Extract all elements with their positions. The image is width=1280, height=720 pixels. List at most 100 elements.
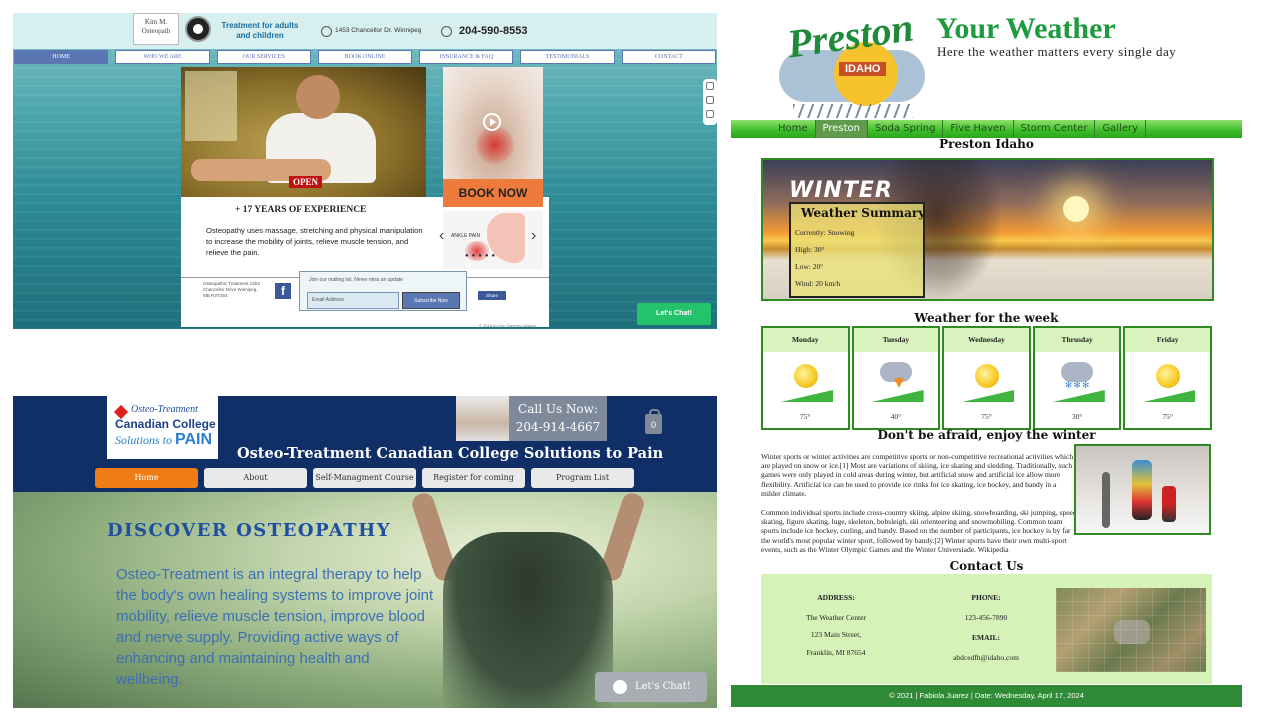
facebook-icon[interactable]: f <box>275 283 291 299</box>
nav-testimonials[interactable]: TESTIMONIALS <box>520 50 615 64</box>
snowflake-icon: ✻✻✻ <box>1064 380 1091 390</box>
college-nav: Home About Self-Managment Course Registe… <box>95 468 639 502</box>
nav-who-we-are[interactable]: WHO WE ARE <box>115 50 210 64</box>
chevron-left-icon[interactable]: ‹ <box>439 227 444 245</box>
satellite-map[interactable] <box>1056 588 1206 672</box>
ankle-pain-slider[interactable]: ANKLE PAIN ‹ › ●●●●● <box>439 211 543 269</box>
woman-figure <box>443 532 613 708</box>
summary-line: Low: 20° <box>795 262 824 271</box>
weather-footer: © 2021 | Fabiola Juarez | Date: Wednesda… <box>731 685 1242 707</box>
hill-icon <box>1052 390 1105 402</box>
logo-line: Osteo-Treatment <box>131 404 198 415</box>
day-card: Friday 75° <box>1123 326 1212 430</box>
nav-self-management-course[interactable]: Self-Managment Course <box>313 468 416 488</box>
summary-line: Currently: Snowing <box>795 228 855 237</box>
adult-skier <box>1132 460 1152 520</box>
week-heading: Weather for the week <box>914 311 1059 325</box>
call-box[interactable]: Call Us Now: 204-914-4667 <box>509 396 607 441</box>
logo-line: Solutions to <box>115 433 173 447</box>
day-card: Wednesday 75° <box>942 326 1031 430</box>
day-name: Tuesday <box>853 328 939 352</box>
osteo-phone[interactable]: 204-590-8553 <box>459 25 528 37</box>
osteo-nav: HOME WHO WE ARE OUR SERVICES BOOK ONLINE… <box>14 50 716 64</box>
nav-soda-spring[interactable]: Soda Spring <box>868 120 944 138</box>
therapist-head <box>296 75 340 119</box>
town-area <box>1114 620 1150 644</box>
nav-our-services[interactable]: OUR SERVICES <box>216 50 311 64</box>
hero-body: Osteo-Treatment is an integral therapy t… <box>116 566 434 688</box>
nav-contact[interactable]: CONTACT <box>621 50 716 64</box>
subscribe-button[interactable]: Subscribe Now <box>402 292 460 309</box>
contact-email[interactable]: abdcedfh@idaho.com <box>931 653 1041 662</box>
day-temp: 75° <box>981 412 992 421</box>
sun-icon <box>975 364 1000 388</box>
preston-logo[interactable]: Preston IDAHO <box>779 8 929 122</box>
copyright: © 2018 by Kim Sanchez-Aldana <box>479 323 536 328</box>
day-temp: 75° <box>800 412 811 421</box>
ankle-label: ANKLE PAIN <box>451 233 481 239</box>
phone-icon <box>441 26 452 37</box>
site-title: Your Weather <box>936 12 1116 45</box>
nav-home[interactable]: Home <box>771 120 816 138</box>
sun-icon <box>1156 364 1181 388</box>
share-button[interactable]: Share <box>478 291 506 300</box>
snowboard <box>1102 472 1110 528</box>
chevron-right-icon[interactable]: › <box>531 227 536 245</box>
nav-gallery[interactable]: Gallery <box>1095 120 1147 138</box>
hill-icon <box>871 390 924 402</box>
nav-program-list[interactable]: Program List <box>531 468 634 488</box>
nav-register-courses[interactable]: Register for coming courses <box>422 468 525 502</box>
side-toolbar <box>703 79 717 125</box>
nav-about[interactable]: About <box>204 468 307 488</box>
massage-photo <box>456 396 512 441</box>
nav-five-haven[interactable]: Five Haven <box>943 120 1014 138</box>
winter-hero: WINTER Weather Summary Currently: Snowin… <box>761 158 1214 301</box>
nav-insurance-faq[interactable]: INSURANCE & FAQ <box>419 50 514 64</box>
address-line: 123 Main Street, <box>810 630 862 639</box>
day-name: Wednesday <box>944 328 1029 352</box>
child-skier <box>1162 486 1176 522</box>
phone-label: PHONE: <box>971 593 1001 602</box>
chat-button[interactable]: Let's Chat! <box>637 303 711 325</box>
chat-button[interactable]: Let's Chat! <box>595 672 707 702</box>
book-now-button[interactable]: BOOK NOW <box>443 179 543 207</box>
chat-label: Let's Chat! <box>635 681 691 692</box>
video-thumbnail[interactable] <box>443 67 543 179</box>
nav-home[interactable]: HOME <box>14 50 109 64</box>
osteo-description: Osteopathy uses massage, stretching and … <box>206 226 423 257</box>
call-number[interactable]: 204-914-4667 <box>509 420 607 434</box>
college-site-screenshot: Osteo-Treatment Canadian College Solutio… <box>13 396 717 708</box>
call-label: Call Us Now: <box>518 402 598 416</box>
play-icon[interactable] <box>483 113 501 131</box>
contact-phone[interactable]: 123-456-7890 <box>931 613 1041 622</box>
day-card: Thrusday ✻✻✻ 30° <box>1032 326 1122 430</box>
nav-preston[interactable]: Preston <box>815 120 869 138</box>
nav-home[interactable]: Home <box>95 468 198 488</box>
settings-icon[interactable] <box>706 96 714 104</box>
osteo-logo[interactable]: Kim M. Osteopath <box>133 13 179 45</box>
day-temp: 40° <box>890 412 902 421</box>
college-logo[interactable]: Osteo-Treatment Canadian College Solutio… <box>107 396 218 459</box>
location-icon <box>321 26 332 37</box>
weather-site-screenshot: Preston IDAHO Your Weather Here the weat… <box>731 8 1242 710</box>
nav-storm-center[interactable]: Storm Center <box>1014 120 1096 138</box>
article-paragraph: Winter sports or winter activities are c… <box>761 452 1074 498</box>
ski-photo <box>1074 444 1211 535</box>
email-input[interactable]: Email Address <box>307 292 399 309</box>
day-card: Monday 75° <box>761 326 850 430</box>
slider-dots[interactable]: ●●●●● <box>465 253 498 259</box>
lightning-icon <box>893 378 904 388</box>
nav-book-online[interactable]: BOOK ONLINE <box>317 50 413 64</box>
address-line: Franklin, MI 87654 <box>806 648 866 657</box>
cart-icon[interactable]: 0 <box>645 409 662 434</box>
page-heading: Preston Idaho <box>939 137 1034 151</box>
pain-highlight <box>475 125 515 165</box>
snow-cloud-icon <box>1060 362 1093 382</box>
hill-icon <box>1143 390 1196 402</box>
rain-icon <box>793 104 913 118</box>
hero-word: WINTER <box>789 178 893 203</box>
accessibility-icon[interactable] <box>706 82 714 90</box>
pointer-icon[interactable] <box>706 110 714 118</box>
contact-heading: Contact Us <box>949 559 1024 573</box>
summary-title: Weather Summary <box>801 206 926 220</box>
